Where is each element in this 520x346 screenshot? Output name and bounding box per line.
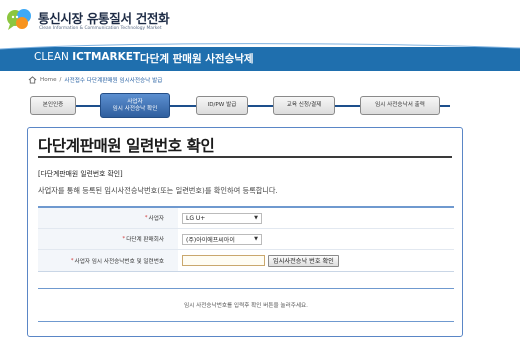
check-serial-button[interactable]: 임시사전승낙 번호 확인 [268,254,339,267]
serial-form: * 사업자 LG U+ ▼ * 다단계 판매회사 (주)아이에프씨아이 ▼ * … [38,206,454,272]
operator-select-value: LG U+ [186,214,206,222]
speech-bubbles-logo-icon [7,9,31,30]
company-label-text: 다단계 판매회사 [126,237,164,243]
step-label: ID/PW 발급 [207,102,237,108]
dropdown-arrow-icon: ▼ [254,215,258,221]
result-message: 임시 사전승낙번호를 입력후 확인 버튼을 눌러주세요. [184,303,308,309]
breadcrumb-current: 사전접수 다단계판매원 임시사전승낙 발급 [64,78,163,84]
operator-label: * 사업자 [38,208,178,228]
step-label: 임시 사전승낙서 출력 [375,102,425,108]
banner-brand-light: CLEAN [34,51,73,63]
step-operator-check: 사업자 임시 사전승낙 확인 [100,93,170,118]
company-select[interactable]: (주)아이에프씨아이 ▼ [182,233,262,245]
required-mark: * [122,236,126,242]
breadcrumb-home[interactable]: Home [40,77,57,83]
required-mark: * [70,257,74,264]
step-label: 본인인증 [42,102,64,108]
page-title: 다단계판매원 일련번호 확인 [38,137,215,155]
serial-field-cell: 임시사전승낙 번호 확인 [178,250,454,271]
banner-brand: CLEAN ICTMARKET [34,51,140,63]
progress-steps: 본인인증 사업자 임시 사전승낙 확인 ID/PW 발급 교육 신청/결제 임시… [30,93,450,119]
serial-check-panel: 다단계판매원 일련번호 확인 [다단계판매원 일련번호 확인] 사업자를 통해 … [27,127,463,337]
form-row-company: * 다단계 판매회사 (주)아이에프씨아이 ▼ [38,229,454,250]
step-label-sub: 임시 사전승낙 확인 [112,105,158,112]
operator-select[interactable]: LG U+ ▼ [182,212,262,224]
step-id-pw-issue: ID/PW 발급 [196,96,248,115]
section-description: 사업자를 통해 등록된 임시사전승낙번호(또는 일련번호)를 확인하여 등록합니… [38,186,278,195]
dropdown-arrow-icon: ▼ [254,236,258,242]
breadcrumb-separator: / [59,77,62,83]
form-row-operator: * 사업자 LG U+ ▼ [38,208,454,229]
home-icon [28,76,37,84]
serial-label: * 사업자 임시 사전승낙번호 및 일련번호 [38,250,178,271]
section-label: [다단계판매원 일련번호 확인] [38,170,123,178]
page-banner: CLEAN ICTMARKET 다단계 판매원 사전승낙제 [0,43,520,71]
banner-title: 다단계 판매원 사전승낙제 [140,53,254,65]
operator-label-text: 사업자 [148,216,164,222]
step-education-payment: 교육 신청/결제 [273,96,335,115]
logo-subtitle: Clean Information & Communication Techno… [39,26,162,31]
site-logo[interactable]: 통신시장 유통질서 건전화 Clean Information & Commun… [6,6,206,36]
logo-title: 통신시장 유통질서 건전화 [38,11,170,26]
company-select-value: (주)아이에프씨아이 [186,236,235,244]
company-label: * 다단계 판매회사 [38,229,178,249]
company-field-cell: (주)아이에프씨아이 ▼ [178,229,454,249]
operator-field-cell: LG U+ ▼ [178,208,454,228]
form-row-serial: * 사업자 임시 사전승낙번호 및 일련번호 임시사전승낙 번호 확인 [38,250,454,271]
step-label: 교육 신청/결제 [286,102,322,108]
step-print-certificate: 임시 사전승낙서 출력 [360,96,440,115]
step-identity-verification: 본인인증 [30,96,76,115]
breadcrumb: Home / 사전접수 다단계판매원 임시사전승낙 발급 [28,74,162,86]
serial-label-text: 사업자 임시 사전승낙번호 및 일련번호 [74,258,164,265]
title-divider [38,156,452,158]
banner-brand-bold: ICTMARKET [72,51,141,63]
serial-number-input[interactable] [182,255,265,266]
result-message-box: 임시 사전승낙번호를 입력후 확인 버튼을 눌러주세요. [38,288,454,322]
step-label: 사업자 [127,98,143,105]
required-mark: * [144,215,148,221]
